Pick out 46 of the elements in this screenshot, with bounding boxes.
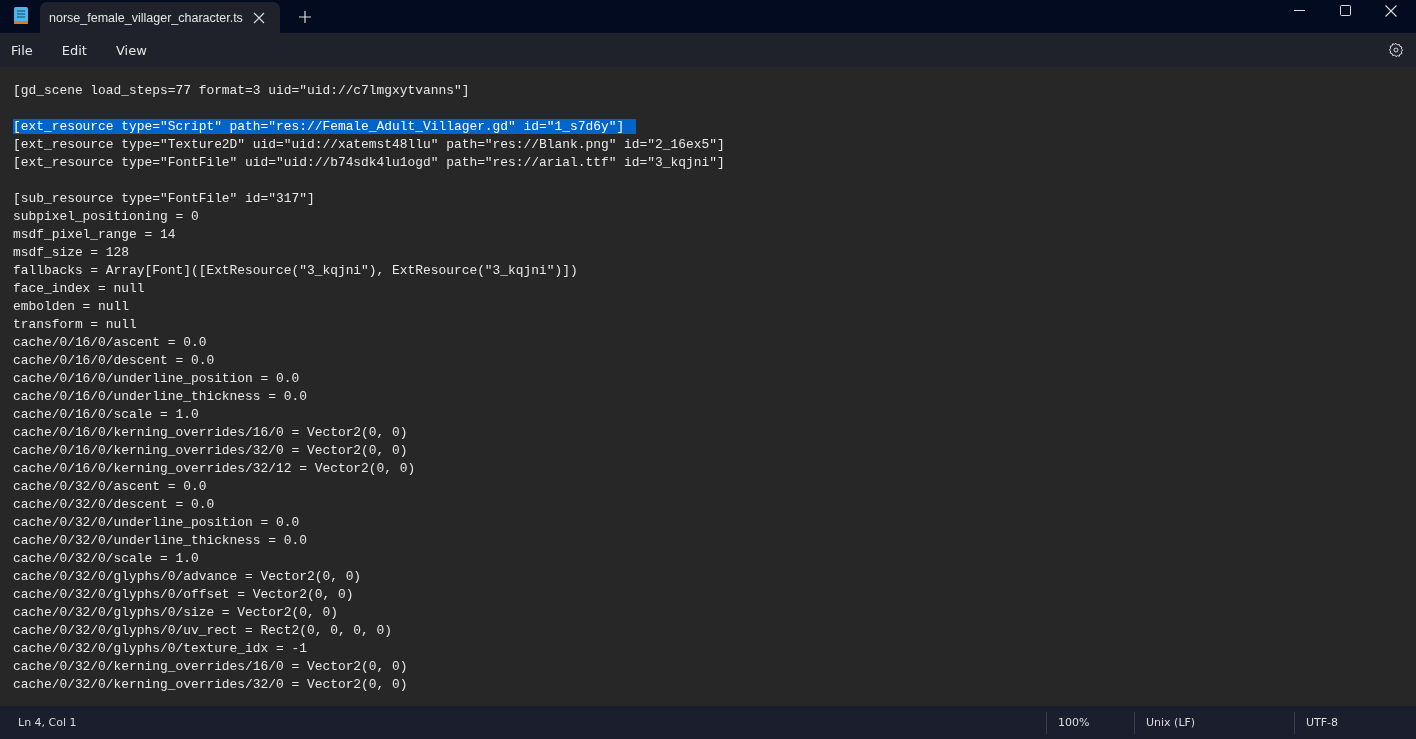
code-line: cache/0/32/0/kerning_overrides/16/0 = Vector2(0, 0): [13, 659, 408, 674]
document-tab[interactable]: norse_female_villager_character.ts: [40, 2, 280, 33]
code-line: cache/0/16/0/kerning_overrides/32/0 = Vector2(0, 0): [13, 443, 408, 458]
maximize-icon: [1339, 5, 1351, 16]
code-line: embolden = null: [13, 299, 130, 314]
code-line: cache/0/16/0/scale = 1.0: [13, 407, 199, 422]
code-line: [sub_resource type="FontFile" id="317"]: [13, 191, 315, 206]
code-line: cache/0/32/0/ascent = 0.0: [13, 479, 207, 494]
code-line: msdf_pixel_range = 14: [13, 227, 176, 242]
code-line: cache/0/32/0/glyphs/0/uv_rect = Rect2(0, 0, 0, 0): [13, 623, 393, 638]
code-line: cache/0/32/0/kerning_overrides/32/0 = Vector2(0, 0): [13, 677, 408, 692]
menu-item[interactable]: View: [105, 36, 157, 64]
code-line: cache/0/32/0/glyphs/0/advance = Vector2(0, 0): [13, 569, 362, 584]
line-ending: Unix (LF): [1134, 711, 1294, 734]
menu-item[interactable]: File: [1, 36, 43, 64]
minimize-icon: [1293, 10, 1305, 11]
code-line: cache/0/16/0/kerning_overrides/32/12 = Vector2(0, 0): [13, 461, 416, 476]
code-line: cache/0/32/0/underline_position = 0.0: [13, 515, 300, 530]
code-line: subpixel_positioning = 0: [13, 209, 199, 224]
close-icon: [253, 11, 265, 24]
notepad-icon: [14, 6, 28, 24]
code-line: cache/0/16/0/ascent = 0.0: [13, 335, 207, 350]
code-line: cache/0/32/0/glyphs/0/size = Vector2(0, 0): [13, 605, 338, 620]
code-line: [gd_scene load_steps=77 format=3 uid="uid://c7lmgxytvanns"]: [13, 83, 470, 98]
code-line: [ext_resource type="Texture2D" uid="uid://xatemst48llu" path="res://Blank.png" id="2_16ex5"]: [13, 137, 725, 152]
code-line: cache/0/16/0/underline_thickness = 0.0: [13, 389, 307, 404]
code-line: cache/0/32/0/glyphs/0/offset = Vector2(0, 0): [13, 587, 354, 602]
encoding: UTF-8: [1294, 711, 1416, 734]
code-line: cache/0/16/0/kerning_overrides/16/0 = Vector2(0, 0): [13, 425, 408, 440]
code-line: cache/0/32/0/underline_thickness = 0.0: [13, 533, 307, 548]
code-line: fallbacks = Array[Font]([ExtResource("3_kqjni"), ExtResource("3_kqjni")]): [13, 263, 578, 278]
code-line: cache/0/32/0/scale = 1.0: [13, 551, 199, 566]
code-line: face_index = null: [13, 281, 145, 296]
code-line: msdf_size = 128: [13, 245, 130, 260]
settings-icon: [1388, 42, 1404, 58]
code-line: cache/0/16/0/descent = 0.0: [13, 353, 215, 368]
code-line: cache/0/32/0/descent = 0.0: [13, 497, 215, 512]
code-line: cache/0/16/0/underline_position = 0.0: [13, 371, 300, 386]
menu-item[interactable]: Edit: [51, 36, 97, 64]
plus-icon: [299, 11, 311, 23]
close-icon: [1385, 4, 1397, 17]
zoom-level: 100%: [1046, 711, 1134, 734]
code-line: cache/0/32/0/glyphs/0/texture_idx = -1: [13, 641, 307, 656]
code-line: transform = null: [13, 317, 137, 332]
cursor-position: Ln 4, Col 1: [18, 716, 77, 729]
code-line: [ext_resource type="FontFile" uid="uid://b74sdk4lu1ogd" path="res://arial.ttf" id="3_kqjni"]: [13, 155, 725, 170]
